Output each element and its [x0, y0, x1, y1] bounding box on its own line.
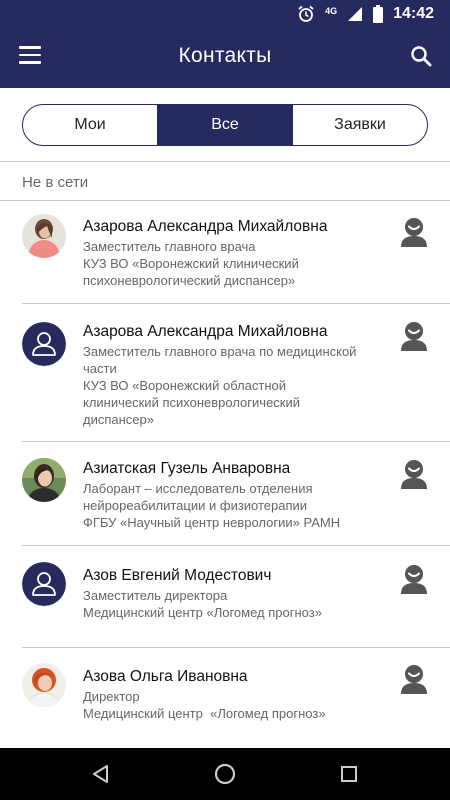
contact-organization: Медицинский центр «Логомед прогноз» — [83, 706, 326, 721]
tab-requests[interactable]: Заявки — [292, 105, 427, 145]
contact-item[interactable]: Азарова Александра Михайловна Заместител… — [0, 200, 450, 304]
person-placeholder-icon — [22, 562, 66, 606]
contact-organization: диспансер» — [83, 412, 154, 427]
contact-organization: ФГБУ «Научный центр неврологии» РАМН — [83, 515, 341, 530]
page-title: Контакты — [178, 44, 272, 67]
clock: 14:42 — [393, 5, 434, 22]
status-icons: 4G 14:42 — [297, 4, 434, 24]
offline-status-icon — [401, 218, 427, 247]
avatar — [22, 562, 66, 606]
avatar-photo-icon — [22, 663, 66, 707]
home-button[interactable] — [213, 762, 237, 786]
recents-button[interactable] — [337, 762, 361, 786]
contact-role: части — [83, 361, 117, 376]
offline-status-icon — [401, 322, 427, 351]
status-bar: 4G 14:42 — [0, 0, 450, 28]
contact-item[interactable]: Азиатская Гузель Анваровна Лаборант – ис… — [0, 442, 450, 546]
recents-square-icon — [341, 766, 357, 782]
contact-role: нейрореабилитации и физиотерапии — [83, 498, 308, 513]
contact-organization: КУЗ ВО «Воронежский областной — [83, 378, 287, 393]
contact-name: Азиатская Гузель Анваровна — [83, 460, 291, 477]
network-type: 4G — [325, 5, 338, 16]
search-button[interactable] — [410, 45, 434, 69]
contact-organization: психоневрологический диспансер» — [83, 273, 296, 288]
home-circle-icon — [214, 763, 236, 785]
contact-organization: КУЗ ВО «Воронежский клинический — [83, 256, 299, 271]
contact-item[interactable]: Азова Ольга Ивановна Директор Медицински… — [0, 648, 450, 748]
offline-status-icon — [401, 665, 427, 694]
back-button[interactable] — [89, 762, 113, 786]
offline-status-icon — [401, 565, 427, 594]
divider — [0, 161, 450, 162]
contacts-filter-tabs: Мои Все Заявки — [22, 104, 428, 146]
avatar — [22, 214, 66, 258]
tab-all[interactable]: Все — [157, 105, 292, 145]
avatar-photo-icon — [22, 458, 66, 502]
section-header-offline: Не в сети — [22, 174, 89, 191]
contact-role: Директор — [83, 689, 140, 704]
contact-role: Заместитель главного врача — [83, 239, 256, 254]
alarm-icon — [298, 5, 314, 22]
contact-item[interactable]: Азов Евгений Модестович Заместитель дире… — [0, 546, 450, 648]
contact-role: Заместитель директора — [83, 588, 228, 603]
search-icon — [411, 46, 432, 67]
contact-role: Лаборант – исследователь отделения — [83, 481, 313, 496]
avatar — [22, 663, 66, 707]
back-triangle-icon — [93, 765, 108, 783]
battery-icon — [373, 5, 384, 23]
contact-name: Азарова Александра Михайловна — [83, 218, 328, 235]
system-navigation-bar — [0, 748, 450, 800]
contact-name: Азова Ольга Ивановна — [83, 668, 248, 685]
tab-my[interactable]: Мои — [23, 105, 157, 145]
contact-name: Азарова Александра Михайловна — [83, 323, 328, 340]
person-placeholder-icon — [22, 322, 66, 366]
contact-role: Заместитель главного врача по медицинско… — [83, 344, 357, 359]
contact-name: Азов Евгений Модестович — [83, 567, 272, 584]
app-bar: Контакты — [0, 28, 450, 88]
avatar — [22, 322, 66, 366]
avatar — [22, 458, 66, 502]
signal-icon — [348, 7, 363, 21]
offline-status-icon — [401, 460, 427, 489]
contact-organization: клинический психоневрологический — [83, 395, 301, 410]
contact-item[interactable]: Азарова Александра Михайловна Заместител… — [0, 304, 450, 442]
contact-organization: Медицинский центр «Логомед прогноз» — [83, 605, 322, 620]
avatar-photo-icon — [22, 214, 66, 258]
